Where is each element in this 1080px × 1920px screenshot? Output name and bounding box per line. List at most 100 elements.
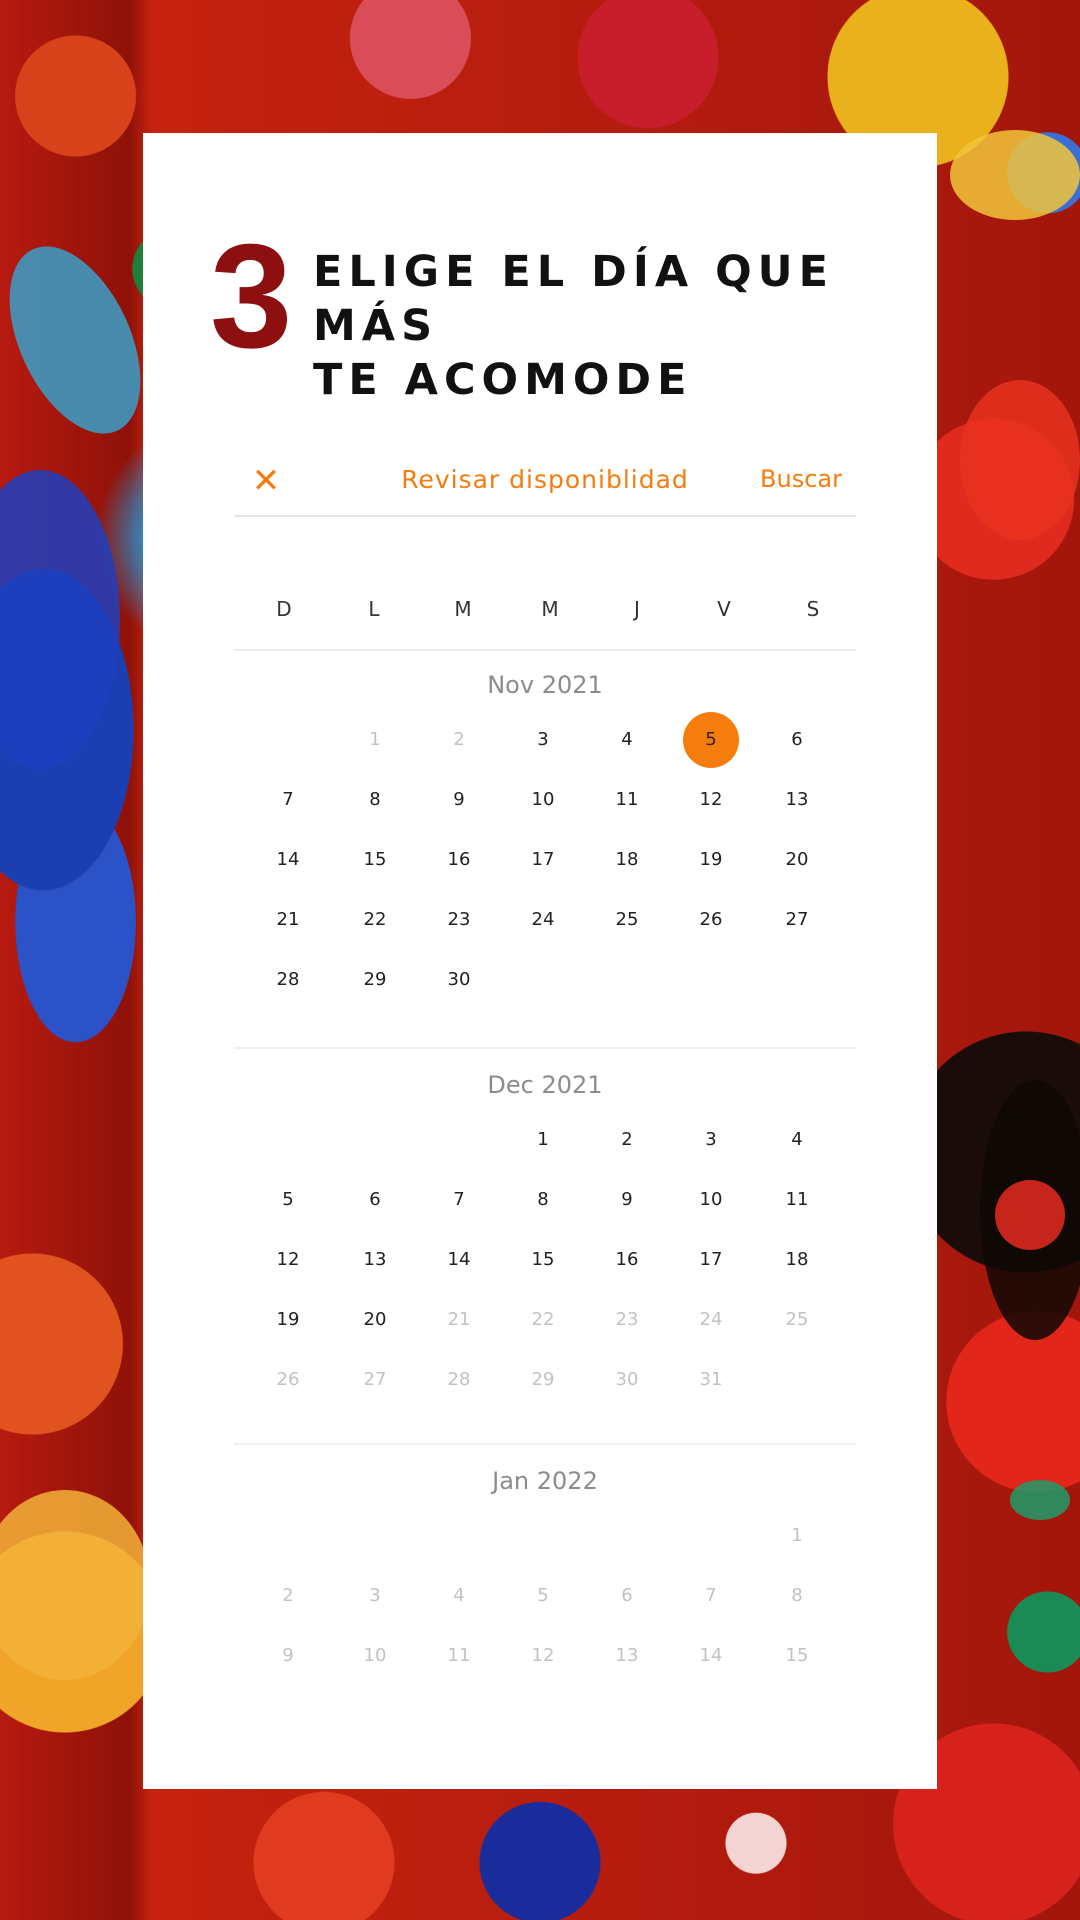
red-flower-motif: [960, 380, 1080, 540]
calendar-day[interactable]: 28: [260, 952, 316, 1008]
green-leaf-motif: [1010, 1480, 1070, 1520]
month-title: Dec 2021: [487, 1071, 603, 1099]
calendar-day[interactable]: 17: [515, 832, 571, 888]
calendar-day: 31: [699, 1369, 723, 1390]
calendar-day: 14: [699, 1645, 723, 1666]
calendar-day[interactable]: 17: [683, 1232, 739, 1288]
calendar-day[interactable]: 24: [515, 892, 571, 948]
calendar-day: 26: [276, 1369, 300, 1390]
calendar-day: 8: [791, 1585, 803, 1606]
step-title: ELIGE EL DÍA QUE MÁS TE ACOMODE: [313, 247, 834, 405]
calendar-day[interactable]: 15: [347, 832, 403, 888]
calendar-day[interactable]: 15: [515, 1232, 571, 1288]
calendar-day[interactable]: 12: [260, 1232, 316, 1288]
calendar-day: 13: [615, 1645, 639, 1666]
calendar-day[interactable]: 20: [347, 1292, 403, 1348]
weekday-label: M: [541, 597, 559, 621]
weekday-label: M: [454, 597, 472, 621]
calendar-day: 2: [282, 1585, 294, 1606]
calendar-day[interactable]: 11: [769, 1172, 825, 1228]
calendar-day[interactable]: 19: [683, 832, 739, 888]
calendar-day[interactable]: 7: [431, 1172, 487, 1228]
calendar-day[interactable]: 19: [260, 1292, 316, 1348]
calendar-day: 11: [447, 1645, 471, 1666]
calendar-day[interactable]: 9: [599, 1172, 655, 1228]
calendar-day: 30: [615, 1369, 639, 1390]
weekday-label: L: [368, 597, 380, 621]
calendar-day: 24: [699, 1309, 723, 1330]
calendar-day[interactable]: 3: [683, 1112, 739, 1168]
calendar-day[interactable]: 3: [515, 712, 571, 768]
calendar-day[interactable]: 20: [769, 832, 825, 888]
calendar-day[interactable]: 5: [260, 1172, 316, 1228]
calendar-day: 22: [531, 1309, 555, 1330]
calendar-day[interactable]: 14: [431, 1232, 487, 1288]
calendar-day[interactable]: 26: [683, 892, 739, 948]
red-flower-motif: [995, 1180, 1065, 1250]
calendar-day[interactable]: 27: [769, 892, 825, 948]
weekday-label: V: [717, 597, 731, 621]
calendar-day[interactable]: 2: [599, 1112, 655, 1168]
calendar-day[interactable]: 7: [260, 772, 316, 828]
calendar-day[interactable]: 16: [431, 832, 487, 888]
calendar-day[interactable]: 6: [769, 712, 825, 768]
yellow-flower-motif: [0, 1490, 150, 1680]
month-title: Nov 2021: [487, 671, 603, 699]
calendar-day: 10: [363, 1645, 387, 1666]
booking-card: 3 ELIGE EL DÍA QUE MÁS TE ACOMODE ✕ Revi…: [143, 133, 937, 1789]
calendar-day[interactable]: 6: [347, 1172, 403, 1228]
calendar-day[interactable]: 12: [683, 772, 739, 828]
weekday-label: S: [806, 597, 820, 621]
calendar-day: 29: [531, 1369, 555, 1390]
month-divider: [234, 1047, 856, 1049]
calendar-day: 2: [453, 729, 465, 750]
weekday-label: D: [276, 597, 292, 621]
step-number: 3: [210, 214, 292, 379]
weekday-header-row: DLMMJVS: [234, 597, 856, 651]
availability-header: ✕ Revisar disponiblidad Buscar: [234, 455, 856, 517]
calendar-day: 27: [363, 1369, 387, 1390]
calendar-day: 4: [453, 1585, 465, 1606]
calendar-day: 5: [537, 1585, 549, 1606]
calendar-day[interactable]: 4: [599, 712, 655, 768]
calendar-day[interactable]: 13: [347, 1232, 403, 1288]
calendar-day[interactable]: 13: [769, 772, 825, 828]
selected-day[interactable]: 5: [683, 712, 739, 768]
calendar-day: 3: [369, 1585, 381, 1606]
calendar-day: 15: [785, 1645, 809, 1666]
calendar-day[interactable]: 10: [515, 772, 571, 828]
calendar-day: 28: [447, 1369, 471, 1390]
calendar-day[interactable]: 10: [683, 1172, 739, 1228]
calendar-day[interactable]: 16: [599, 1232, 655, 1288]
yellow-flower-motif: [950, 130, 1080, 220]
calendar-day: 23: [615, 1309, 639, 1330]
search-button[interactable]: Buscar: [760, 465, 842, 493]
calendar-day: 1: [791, 1525, 803, 1546]
calendar-day[interactable]: 25: [599, 892, 655, 948]
calendar-day: 9: [282, 1645, 294, 1666]
calendar-day[interactable]: 9: [431, 772, 487, 828]
weekday-label: J: [634, 597, 640, 621]
calendar-day[interactable]: 14: [260, 832, 316, 888]
calendar-day: 21: [447, 1309, 471, 1330]
calendar-day[interactable]: 11: [599, 772, 655, 828]
calendar-day[interactable]: 8: [515, 1172, 571, 1228]
month-title: Jan 2022: [492, 1467, 598, 1495]
month-divider: [234, 1443, 856, 1445]
calendar-day: 12: [531, 1645, 555, 1666]
calendar-day[interactable]: 8: [347, 772, 403, 828]
calendar-day[interactable]: 30: [431, 952, 487, 1008]
calendar-day: 25: [785, 1309, 809, 1330]
calendar-day: 7: [705, 1585, 717, 1606]
calendar-day: 6: [621, 1585, 633, 1606]
calendar-day[interactable]: 18: [599, 832, 655, 888]
calendar-day: 1: [369, 729, 381, 750]
calendar-day[interactable]: 18: [769, 1232, 825, 1288]
calendar-day[interactable]: 22: [347, 892, 403, 948]
calendar-day[interactable]: 23: [431, 892, 487, 948]
blue-flower-motif: [0, 470, 120, 770]
calendar-day[interactable]: 29: [347, 952, 403, 1008]
calendar-day[interactable]: 4: [769, 1112, 825, 1168]
calendar-day[interactable]: 21: [260, 892, 316, 948]
calendar-day[interactable]: 1: [515, 1112, 571, 1168]
